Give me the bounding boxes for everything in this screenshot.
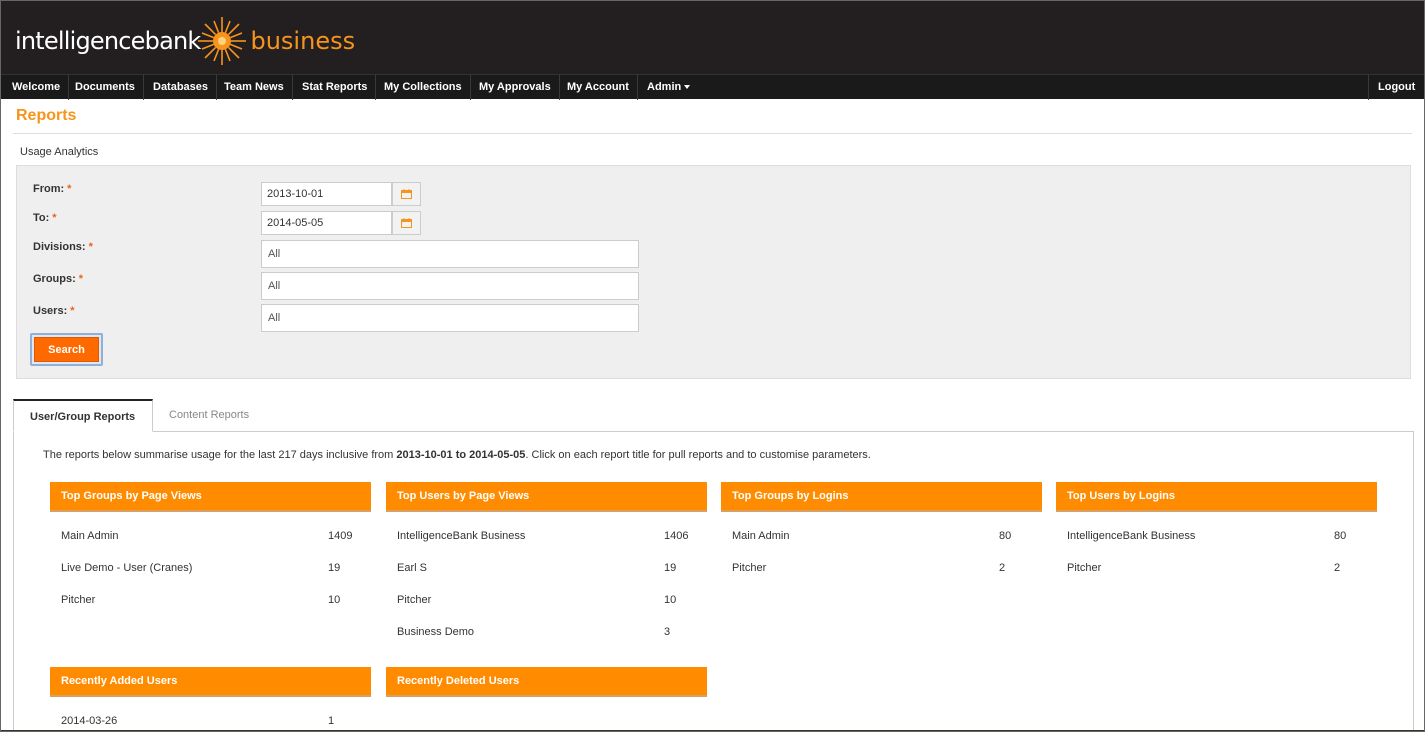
list-item-value: 10	[664, 594, 677, 606]
list-item-name: 2014-03-26	[61, 715, 118, 727]
list-item-name: Live Demo - User (Cranes)	[61, 562, 193, 574]
tab-user-group-reports[interactable]: User/Group Reports	[13, 399, 153, 432]
nav-my-account[interactable]: My Account	[559, 75, 638, 100]
report-title-top-users-page-views[interactable]: Top Users by Page Views	[386, 482, 707, 512]
list-item-value: 2	[999, 562, 1006, 574]
main-nav: Welcome Documents Databases Team News St…	[1, 74, 1424, 100]
nav-logout[interactable]: Logout	[1368, 75, 1424, 100]
nav-admin[interactable]: Admin	[639, 75, 698, 100]
header-bar: intelligencebank business	[1, 1, 1424, 74]
page-title: Reports	[16, 107, 77, 124]
report-title-recently-deleted-users[interactable]: Recently Deleted Users	[386, 667, 707, 697]
list-item-value: 10	[328, 594, 341, 606]
list-item-name: Pitcher	[397, 594, 432, 606]
users-label: Users: *	[33, 305, 75, 317]
list-item-value: 1409	[328, 530, 353, 542]
list-item-value: 3	[664, 626, 671, 638]
tab-content-reports[interactable]: Content Reports	[153, 399, 265, 432]
list-item-value: 1	[328, 715, 335, 727]
from-date-input[interactable]	[261, 182, 392, 206]
list-item-value: 80	[1334, 530, 1347, 542]
groups-select[interactable]: All	[261, 272, 639, 300]
title-divider	[13, 133, 1412, 134]
caret-down-icon	[684, 85, 691, 90]
sun-burst-icon	[198, 17, 247, 65]
search-button[interactable]: Search	[34, 337, 99, 362]
nav-welcome[interactable]: Welcome	[4, 75, 70, 100]
list-item-name: IntelligenceBank Business	[1067, 530, 1196, 542]
from-calendar-button[interactable]	[392, 182, 421, 206]
report-title-top-groups-page-views[interactable]: Top Groups by Page Views	[50, 482, 371, 512]
filter-panel: From:* To:* Divisions:* All Groups:* All…	[16, 165, 1411, 379]
calendar-icon	[401, 218, 412, 228]
users-select[interactable]: All	[261, 304, 639, 332]
divisions-select[interactable]: All	[261, 240, 639, 268]
groups-label: Groups: *	[33, 273, 84, 285]
report-title-top-users-logins[interactable]: Top Users by Logins	[1056, 482, 1377, 512]
list-item-name: Earl S	[397, 562, 427, 574]
from-label: From: *	[33, 183, 72, 195]
list-item-value: 80	[999, 530, 1012, 542]
nav-stat-reports[interactable]: Stat Reports	[294, 75, 377, 100]
list-item-name: Business Demo	[397, 626, 475, 638]
nav-my-collections[interactable]: My Collections	[376, 75, 471, 100]
section-title: Usage Analytics	[20, 146, 99, 158]
list-item-name: IntelligenceBank Business	[397, 530, 526, 542]
list-item-value: 19	[664, 562, 677, 574]
list-item-name: Pitcher	[732, 562, 767, 574]
logo[interactable]: intelligencebank business	[15, 15, 355, 67]
app-window: intelligencebank business Welcome Docume…	[0, 0, 1425, 732]
calendar-icon	[401, 189, 412, 199]
nav-admin-label: Admin	[647, 81, 682, 93]
to-label: To: *	[33, 212, 57, 224]
logo-text-main: intelligencebank	[15, 27, 201, 55]
nav-team-news[interactable]: Team News	[216, 75, 293, 100]
to-date-input[interactable]	[261, 211, 392, 235]
search-button-focus-ring: Search	[30, 333, 103, 366]
nav-databases[interactable]: Databases	[145, 75, 218, 100]
list-item-value: 19	[328, 562, 341, 574]
nav-my-approvals[interactable]: My Approvals	[471, 75, 560, 100]
list-item-name: Pitcher	[61, 594, 96, 606]
report-tabs: User/Group Reports Content Reports	[13, 399, 1414, 432]
report-title-top-groups-logins[interactable]: Top Groups by Logins	[721, 482, 1042, 512]
list-item-name: Main Admin	[61, 530, 119, 542]
list-item-name: Main Admin	[732, 530, 790, 542]
report-title-recently-added-users[interactable]: Recently Added Users	[50, 667, 371, 697]
list-item-value: 1406	[664, 530, 689, 542]
nav-documents[interactable]: Documents	[67, 75, 144, 100]
logo-text-business: business	[250, 27, 356, 55]
list-item-name: Pitcher	[1067, 562, 1102, 574]
divisions-label: Divisions: *	[33, 241, 93, 253]
summary-text: The reports below summarise usage for th…	[43, 449, 871, 461]
summary-date-range: 2013-10-01 to 2014-05-05	[396, 449, 526, 461]
to-calendar-button[interactable]	[392, 211, 421, 235]
list-item-value: 2	[1334, 562, 1341, 574]
